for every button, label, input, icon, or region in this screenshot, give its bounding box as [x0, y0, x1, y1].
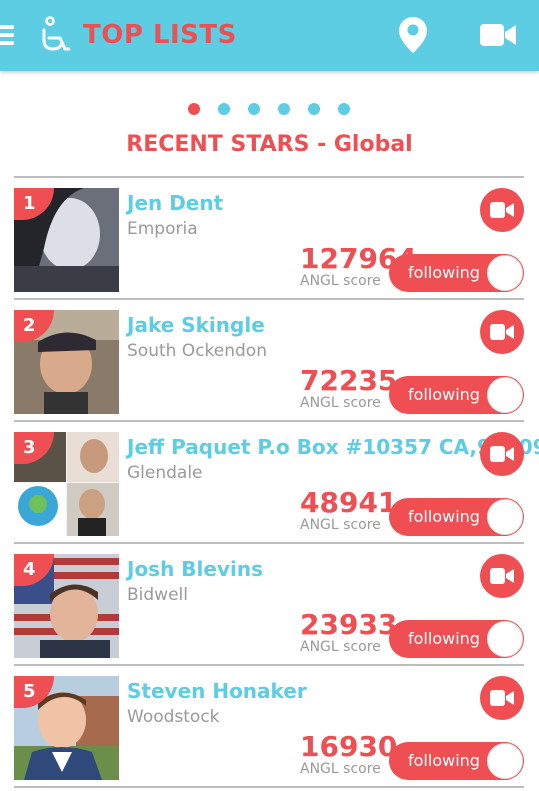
page-dot[interactable]	[308, 103, 320, 115]
toggle-knob	[487, 621, 523, 657]
video-camera-icon	[490, 568, 514, 584]
angl-score: 23933	[300, 608, 398, 641]
user-city: Glendale	[127, 463, 203, 483]
page-dot[interactable]	[218, 103, 230, 115]
following-toggle[interactable]: following	[389, 376, 524, 414]
video-camera-icon[interactable]	[479, 21, 517, 49]
user-name[interactable]: Steven Honaker	[127, 678, 307, 704]
video-call-button[interactable]	[480, 676, 524, 720]
following-label: following	[408, 385, 480, 404]
video-camera-icon	[490, 324, 514, 340]
score-label: ANGL score	[300, 395, 381, 411]
user-city: South Ockendon	[127, 341, 267, 361]
app-title: TOP LISTS	[83, 20, 237, 50]
user-name[interactable]: Jake Skingle	[127, 312, 265, 338]
following-toggle[interactable]: following	[389, 254, 524, 292]
video-call-button[interactable]	[480, 310, 524, 354]
score-label: ANGL score	[300, 761, 381, 777]
score-label: ANGL score	[300, 639, 381, 655]
map-pin-icon[interactable]	[398, 16, 428, 54]
following-label: following	[408, 263, 480, 282]
angl-score: 48941	[300, 486, 398, 519]
angl-score: 72235	[300, 364, 398, 397]
page-dot[interactable]	[338, 103, 350, 115]
list-item[interactable]: 1 Jen Dent Emporia 127964 ANGL score followin…	[14, 178, 524, 300]
list-item[interactable]: 2 Jake Skingle South Ockendon 72235 ANGL sco…	[14, 300, 524, 422]
user-city: Woodstock	[127, 707, 220, 727]
list-item[interactable]: 4 Josh Blevins Bidwell 23933 ANGL score follo…	[14, 544, 524, 666]
score-label: ANGL score	[300, 273, 381, 289]
user-city: Bidwell	[127, 585, 188, 605]
video-call-button[interactable]	[480, 554, 524, 598]
user-name[interactable]: Jen Dent	[127, 190, 223, 216]
toggle-knob	[487, 255, 523, 291]
video-camera-icon	[490, 690, 514, 706]
video-camera-icon	[490, 446, 514, 462]
following-toggle[interactable]: following	[389, 742, 524, 780]
score-label: ANGL score	[300, 517, 381, 533]
list-item[interactable]: 5 Steven Honaker Woodstock 16930 ANGL score f…	[14, 666, 524, 788]
list-item[interactable]: 3 Jeff Paquet P.o Box #10357 CA,91209 Glen…	[14, 422, 539, 544]
following-label: following	[408, 629, 480, 648]
hamburger-menu-icon[interactable]	[0, 23, 14, 47]
following-toggle[interactable]: following	[389, 498, 524, 536]
page-indicator	[0, 103, 539, 117]
toggle-knob	[487, 499, 523, 535]
following-label: following	[408, 507, 480, 526]
page-dot[interactable]	[248, 103, 260, 115]
user-name[interactable]: Jeff Paquet P.o Box #10357 CA,91209	[127, 434, 539, 460]
toggle-knob	[487, 377, 523, 413]
user-name[interactable]: Josh Blevins	[127, 556, 263, 582]
section-title: RECENT STARS - Global	[126, 132, 413, 157]
video-call-button[interactable]	[480, 188, 524, 232]
page-dot[interactable]	[188, 103, 200, 115]
wheelchair-logo-icon	[42, 16, 70, 51]
top-app-bar: TOP LISTS	[0, 0, 539, 71]
video-camera-icon	[490, 202, 514, 218]
following-label: following	[408, 751, 480, 770]
video-call-button[interactable]	[480, 432, 524, 476]
page-dot[interactable]	[278, 103, 290, 115]
user-city: Emporia	[127, 219, 198, 239]
angl-score: 16930	[300, 730, 398, 763]
following-toggle[interactable]: following	[389, 620, 524, 658]
toggle-knob	[487, 743, 523, 779]
